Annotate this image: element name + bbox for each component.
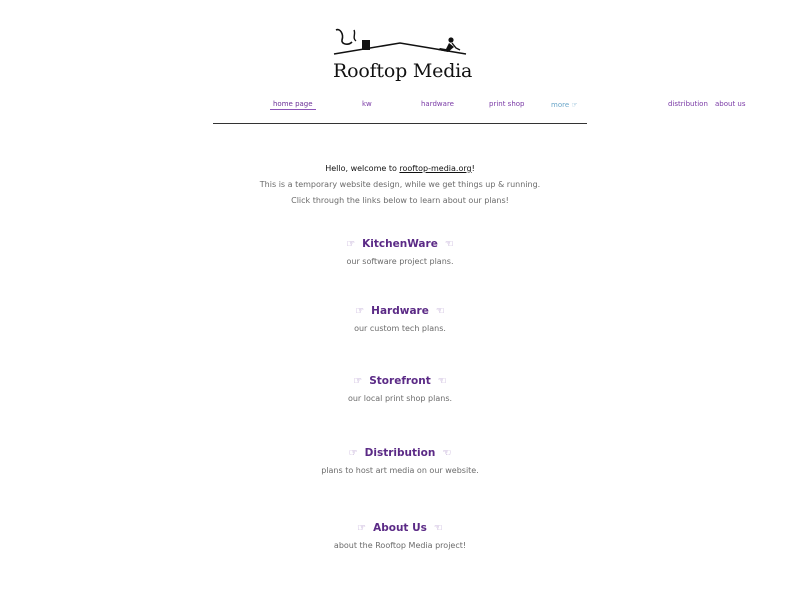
section-kitchenware: ☞ KitchenWare ☜ our software project plans…: [200, 236, 600, 271]
section-title-hardware[interactable]: Hardware: [371, 305, 429, 317]
nav-home-page[interactable]: home page: [270, 100, 316, 110]
section-desc-kitchenware: our software project plans.: [346, 257, 454, 266]
pointing-right-icon: ☞: [348, 448, 358, 459]
welcome-prefix: Hello, welcome to: [325, 164, 400, 173]
section-title-storefront[interactable]: Storefront: [369, 375, 431, 387]
pointing-right-icon: ☞: [355, 306, 365, 317]
nav-divider: [213, 123, 587, 124]
logo-text: Rooftop Media: [333, 60, 473, 82]
nav-hardware[interactable]: hardware: [421, 100, 454, 108]
welcome-line: Hello, welcome to rooftop-media.org!: [200, 161, 600, 177]
pointing-left-icon: ☜: [444, 239, 454, 250]
pointing-left-icon: ☜: [435, 306, 445, 317]
section-desc-about-us: about the Rooftop Media project!: [333, 541, 467, 550]
nav-print-shop[interactable]: print shop: [489, 100, 524, 108]
pointing-right-icon: ☞: [357, 523, 367, 534]
site-link[interactable]: rooftop-media.org: [399, 164, 471, 173]
pointing-right-icon: ☞: [346, 239, 356, 250]
section-title-distribution[interactable]: Distribution: [365, 447, 436, 459]
pointing-left-icon: ☜: [442, 448, 452, 459]
pointing-left-icon: ☜: [433, 523, 443, 534]
section-desc-storefront: our local print shop plans.: [347, 394, 453, 403]
welcome-suffix: !: [471, 164, 475, 173]
section-desc-distribution: plans to host art media on our website.: [321, 466, 479, 475]
section-title-about-us[interactable]: About Us: [373, 522, 427, 534]
section-hardware: ☞ Hardware ☜ our custom tech plans.: [200, 303, 600, 338]
pointing-right-icon: ☞: [353, 376, 363, 387]
page: Rooftop Media home page kw hardware prin…: [0, 0, 800, 600]
intro-text: Hello, welcome to rooftop-media.org! Thi…: [200, 161, 600, 209]
section-desc-hardware: our custom tech plans.: [354, 324, 446, 333]
section-storefront: ☞ Storefront ☜ our local print shop plans.: [200, 373, 600, 408]
nav-kw[interactable]: kw: [362, 100, 372, 108]
nav-about-us[interactable]: about us: [715, 100, 746, 108]
nav-distribution[interactable]: distribution: [668, 100, 708, 108]
pointing-left-icon: ☜: [437, 376, 447, 387]
nav-more[interactable]: more ☞: [551, 101, 578, 109]
section-title-kitchenware[interactable]: KitchenWare: [362, 238, 438, 250]
intro-line-3: Click through the links below to learn a…: [291, 196, 509, 205]
site-logo[interactable]: Rooftop Media: [330, 26, 473, 88]
section-about-us: ☞ About Us ☜ about the Rooftop Media proje…: [200, 520, 600, 555]
section-distribution: ☞ Distribution ☜ plans to host art media o…: [200, 445, 600, 480]
intro-line-2: This is a temporary website design, whil…: [259, 180, 541, 189]
